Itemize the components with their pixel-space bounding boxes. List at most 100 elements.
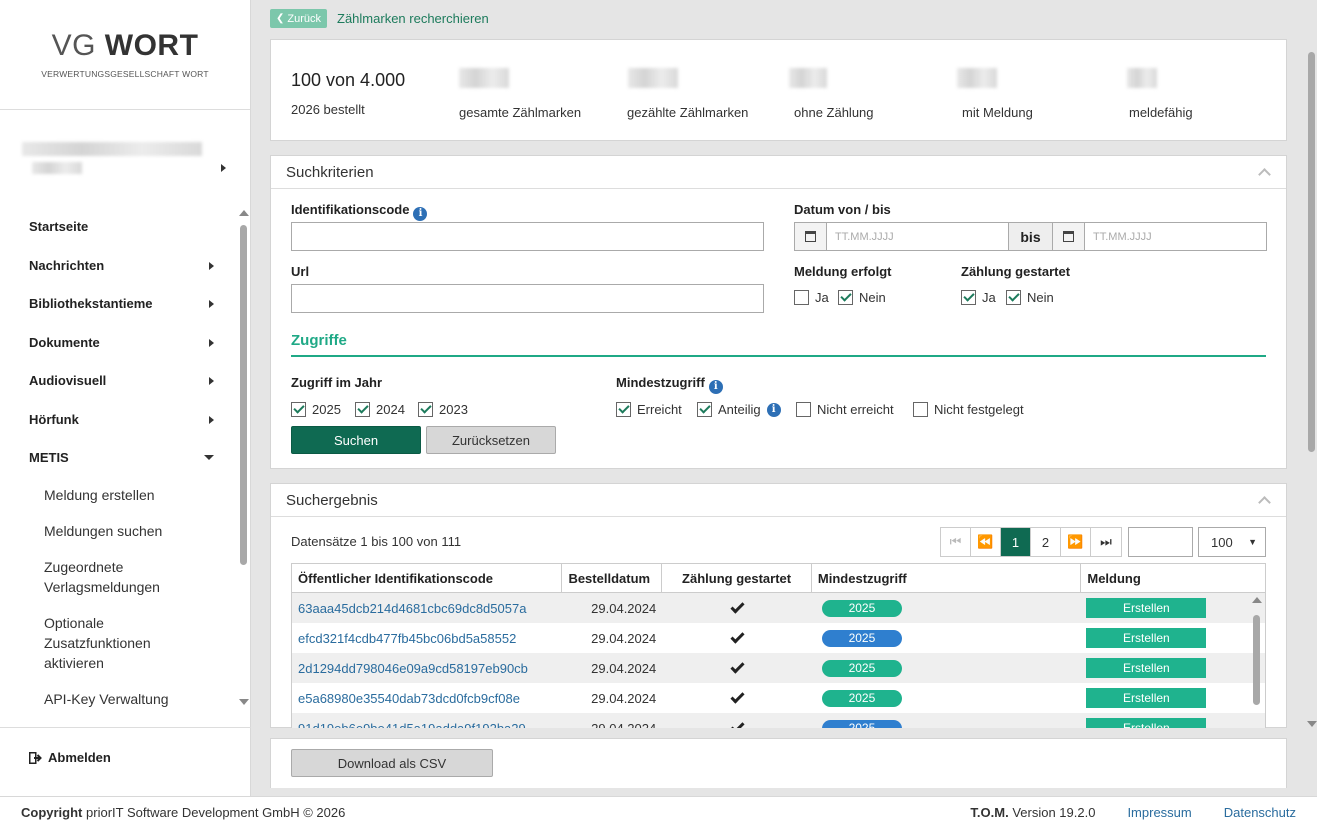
info-icon[interactable]: i xyxy=(413,207,428,221)
nav-item-nachrichten[interactable]: Nachrichten xyxy=(29,258,214,273)
id-code-label: Identifikationscode i xyxy=(291,202,428,221)
breadcrumb: ❮ Zurück Zählmarken recherchieren xyxy=(270,9,489,28)
nav-sub-optionale-zusatzfunktionen[interactable]: Optionale Zusatzfunktionen aktivieren xyxy=(44,613,204,673)
search-button[interactable]: Suchen xyxy=(291,426,421,454)
row-code-link[interactable]: 2d1294dd798046e09a9cd58197eb90cb xyxy=(292,653,562,683)
logo[interactable]: VG WORT VERWERTUNGSGESELLSCHAFT WORT xyxy=(0,0,250,110)
create-button[interactable]: Erstellen xyxy=(1086,598,1207,618)
mindest-anteilig-checkbox[interactable]: Anteilig i xyxy=(697,402,781,417)
create-button[interactable]: Erstellen xyxy=(1086,688,1207,708)
pagination: ⏮ ⏪ 1 2 ⏩ ⏭ xyxy=(940,527,1122,557)
datenschutz-link[interactable]: Datenschutz xyxy=(1224,805,1296,820)
nav-item-audiovisuell[interactable]: Audiovisuell xyxy=(29,373,214,388)
table-scrollbar[interactable] xyxy=(1251,597,1263,727)
zaehlung-nein-checkbox[interactable]: Nein xyxy=(1006,290,1054,305)
row-code-link[interactable]: e5a68980e35540dab73dcd0fcb9cf08e xyxy=(292,683,562,713)
check-icon xyxy=(730,718,745,728)
year-2025-checkbox[interactable]: 2025 xyxy=(291,402,341,417)
search-panel: Suchkriterien Identifikationscode i Url D… xyxy=(270,155,1287,469)
nav-item-hoerfunk[interactable]: Hörfunk xyxy=(29,412,214,427)
page-size-select[interactable]: 100 ▼ xyxy=(1198,527,1266,557)
date-to-input[interactable]: TT.MM.JJJJ xyxy=(1085,223,1266,250)
chevron-right-icon xyxy=(209,338,214,347)
meldung-ja-checkbox[interactable]: Ja xyxy=(794,290,829,305)
info-icon[interactable]: i xyxy=(766,402,781,417)
collapse-icon[interactable] xyxy=(1258,496,1271,509)
impressum-link[interactable]: Impressum xyxy=(1127,805,1191,820)
row-code-link[interactable]: efcd321f4cdb477fb45bc06bd5a58552 xyxy=(292,623,562,653)
nav-item-startseite[interactable]: Startseite xyxy=(29,219,214,234)
col-zaehlung[interactable]: Zählung gestartet xyxy=(662,564,812,592)
mindest-nicht-festgelegt-checkbox[interactable]: Nicht festgelegt xyxy=(913,402,1024,417)
nav-sub-meldungen-suchen[interactable]: Meldungen suchen xyxy=(44,521,204,541)
checkbox-unchecked[interactable] xyxy=(794,290,809,305)
url-label: Url xyxy=(291,264,310,279)
create-button[interactable]: Erstellen xyxy=(1086,718,1207,728)
zaehlung-ja-checkbox[interactable]: Ja xyxy=(961,290,996,305)
col-bestelldatum[interactable]: Bestelldatum xyxy=(562,564,663,592)
mindest-nicht-erreicht-checkbox[interactable]: Nicht erreicht xyxy=(796,402,894,417)
col-meldung[interactable]: Meldung xyxy=(1081,564,1265,592)
nav-item-dokumente[interactable]: Dokumente xyxy=(29,335,214,350)
nav-item-bibliothekstantieme[interactable]: Bibliothekstantieme xyxy=(29,296,214,311)
collapse-icon[interactable] xyxy=(1258,168,1271,181)
page-jump-input[interactable] xyxy=(1128,527,1193,557)
logout-button[interactable]: Abmelden xyxy=(0,727,251,787)
year-2024-checkbox[interactable]: 2024 xyxy=(355,402,405,417)
table-scrollbar-thumb[interactable] xyxy=(1253,615,1260,705)
checkbox-checked[interactable] xyxy=(961,290,976,305)
scroll-up-icon[interactable] xyxy=(1252,597,1262,603)
stat-value-blurred xyxy=(789,68,827,88)
stat-ordered: 2026 bestellt xyxy=(291,102,365,117)
chevron-right-icon xyxy=(209,299,214,308)
mindest-erreicht-checkbox[interactable]: Erreicht xyxy=(616,402,682,417)
results-table-header: Öffentlicher Identifikationscode Bestell… xyxy=(291,563,1266,593)
col-id-code[interactable]: Öffentlicher Identifikationscode xyxy=(292,564,563,592)
stat-value-blurred xyxy=(628,68,678,88)
nav-scrollbar-thumb[interactable] xyxy=(240,225,247,565)
id-code-input[interactable] xyxy=(291,222,764,251)
download-csv-button[interactable]: Download als CSV xyxy=(291,749,493,777)
nav-item-metis[interactable]: METIS xyxy=(29,450,214,465)
calendar-icon[interactable] xyxy=(1053,223,1085,250)
row-code-link[interactable]: 63aaa45dcb214d4681cbc69dc8d5057a xyxy=(292,593,562,623)
table-row: 63aaa45dcb214d4681cbc69dc8d5057a 29.04.2… xyxy=(292,593,1265,623)
create-button[interactable]: Erstellen xyxy=(1086,628,1207,648)
last-page-icon[interactable]: ⏭ xyxy=(1091,528,1121,556)
scroll-down-icon[interactable] xyxy=(1307,721,1317,727)
date-from-input[interactable]: TT.MM.JJJJ xyxy=(827,223,1008,250)
back-button[interactable]: ❮ Zurück xyxy=(270,9,328,28)
create-button[interactable]: Erstellen xyxy=(1086,658,1207,678)
first-page-icon[interactable]: ⏮ xyxy=(941,528,971,556)
scroll-up-icon[interactable] xyxy=(239,210,249,216)
page-2-button[interactable]: 2 xyxy=(1031,528,1061,556)
col-mindestzugriff[interactable]: Mindestzugriff xyxy=(812,564,1082,592)
search-panel-header[interactable]: Suchkriterien xyxy=(271,156,1286,189)
nav-scrollbar[interactable] xyxy=(238,210,250,705)
jahr-label: Zugriff im Jahr xyxy=(291,375,383,390)
date-label: Datum von / bis xyxy=(794,202,891,217)
nav-sub-meldung-erstellen[interactable]: Meldung erstellen xyxy=(44,485,204,505)
logout-icon xyxy=(29,751,42,764)
checkbox-checked[interactable] xyxy=(838,290,853,305)
reset-button[interactable]: Zurücksetzen xyxy=(426,426,556,454)
stat-label-mit-meldung: mit Meldung xyxy=(962,105,1033,120)
page-1-button[interactable]: 1 xyxy=(1001,528,1031,556)
meldung-nein-checkbox[interactable]: Nein xyxy=(838,290,886,305)
results-panel-header[interactable]: Suchergebnis xyxy=(271,484,1286,517)
previous-page-icon[interactable]: ⏪ xyxy=(971,528,1001,556)
checkbox-checked[interactable] xyxy=(1006,290,1021,305)
scroll-down-icon[interactable] xyxy=(239,699,249,705)
date-range: TT.MM.JJJJ bis TT.MM.JJJJ xyxy=(794,222,1267,251)
year-2023-checkbox[interactable]: 2023 xyxy=(418,402,468,417)
page-scrollbar[interactable] xyxy=(1305,37,1317,727)
url-input[interactable] xyxy=(291,284,764,313)
info-icon[interactable]: i xyxy=(708,380,723,394)
nav-sub-api-key-verwaltung[interactable]: API-Key Verwaltung xyxy=(44,689,204,709)
calendar-icon[interactable] xyxy=(795,223,827,250)
page-scrollbar-thumb[interactable] xyxy=(1308,52,1315,452)
chevron-right-icon xyxy=(209,415,214,424)
next-page-icon[interactable]: ⏩ xyxy=(1061,528,1091,556)
row-code-link[interactable]: 91d19eb6e9be41d5a19adda9f192ba29 xyxy=(292,713,562,729)
nav-sub-zugeordnete-verlagsmeldungen[interactable]: Zugeordnete Verlagsmeldungen xyxy=(44,557,204,597)
